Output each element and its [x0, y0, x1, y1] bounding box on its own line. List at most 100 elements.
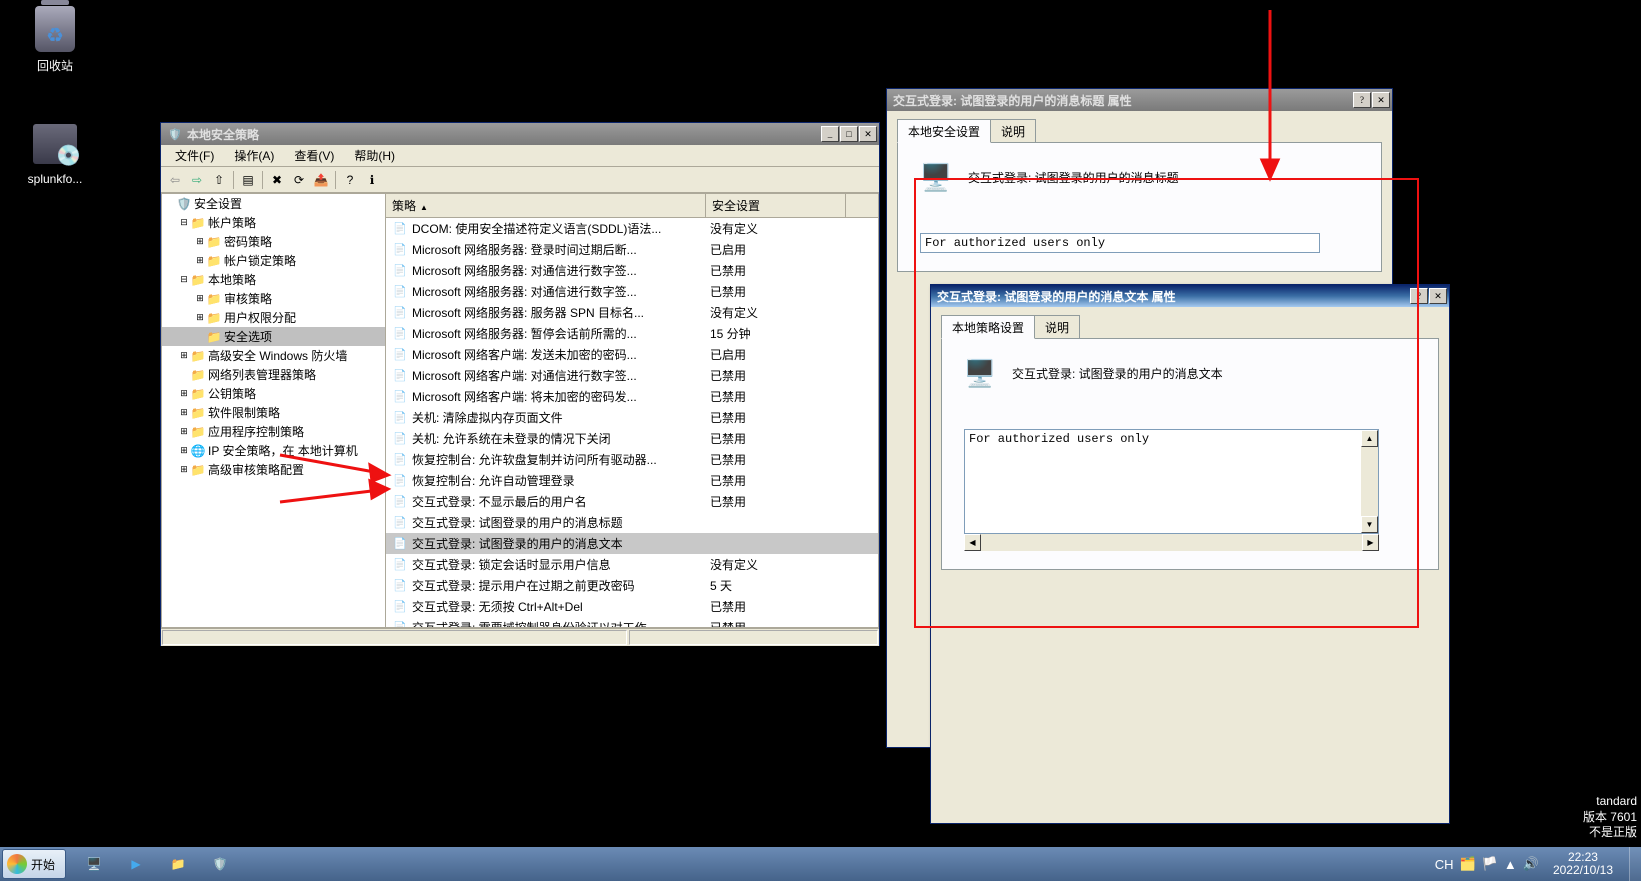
policy-setting: 没有定义: [704, 219, 844, 238]
titlebar[interactable]: 🛡️ 本地安全策略 _ □ ✕: [161, 123, 879, 145]
list-row[interactable]: 📄Microsoft 网络服务器: 对通信进行数字签...已禁用: [386, 260, 878, 281]
policy-name: Microsoft 网络服务器: 登录时间过期后断...: [412, 241, 637, 258]
close-button[interactable]: ✕: [859, 126, 877, 142]
sort-asc-icon: ▲: [420, 203, 428, 212]
list-row[interactable]: 📄Microsoft 网络客户端: 对通信进行数字签...已禁用: [386, 365, 878, 386]
policy-icon: 📄: [392, 432, 408, 445]
list-row[interactable]: 📄Microsoft 网络服务器: 登录时间过期后断...已启用: [386, 239, 878, 260]
server-icon: 🖥️: [920, 161, 952, 193]
shield-icon: 🛡️: [176, 197, 192, 211]
policy-name: Microsoft 网络服务器: 对通信进行数字签...: [412, 283, 637, 300]
list-row[interactable]: 📄DCOM: 使用安全描述符定义语言(SDDL)语法...没有定义: [386, 218, 878, 239]
policy-setting: 已禁用: [704, 492, 844, 511]
minimize-button[interactable]: _: [821, 126, 839, 142]
desktop-icon-recycle-bin[interactable]: 回收站: [20, 5, 90, 74]
tray-expand-icon[interactable]: ▲: [1504, 857, 1517, 872]
tree-account-policies[interactable]: ⊟📁帐户策略: [162, 213, 385, 232]
ime-indicator[interactable]: CH: [1435, 857, 1454, 872]
show-desktop-button[interactable]: [1629, 847, 1641, 881]
scroll-left-icon[interactable]: ◀: [964, 534, 981, 551]
tab-explain[interactable]: 说明: [1034, 315, 1080, 338]
policy-setting: 已禁用: [704, 366, 844, 385]
policy-setting: 15 分钟: [704, 324, 844, 343]
forward-button[interactable]: ⇨: [187, 170, 207, 190]
desktop-icon-splunk[interactable]: splunkfo...: [20, 120, 90, 186]
list-row[interactable]: 📄关机: 清除虚拟内存页面文件已禁用: [386, 407, 878, 428]
list-row[interactable]: 📄Microsoft 网络客户端: 将未加密的密码发...已禁用: [386, 386, 878, 407]
menu-action[interactable]: 操作(A): [224, 145, 284, 166]
tray-folder-icon[interactable]: 🗂️: [1460, 856, 1476, 872]
taskbar-clock[interactable]: 22:23 2022/10/13: [1545, 851, 1621, 877]
list-row[interactable]: 📄Microsoft 网络客户端: 发送未加密的密码...已启用: [386, 344, 878, 365]
menu-view[interactable]: 查看(V): [284, 145, 344, 166]
message-title-input[interactable]: [920, 233, 1320, 253]
taskbar-powershell[interactable]: ▶: [116, 849, 156, 879]
tree-audit-policy[interactable]: ⊞📁审核策略: [162, 289, 385, 308]
tree-appctrl[interactable]: ⊞📁应用程序控制策略: [162, 422, 385, 441]
policy-setting: 没有定义: [704, 555, 844, 574]
menu-help[interactable]: 帮助(H): [344, 145, 405, 166]
tree-pubkey[interactable]: ⊞📁公钥策略: [162, 384, 385, 403]
list-row[interactable]: 📄Microsoft 网络服务器: 服务器 SPN 目标名...没有定义: [386, 302, 878, 323]
tree-local-policies[interactable]: ⊟📁本地策略: [162, 270, 385, 289]
menu-file[interactable]: 文件(F): [165, 145, 224, 166]
dialog-message-text-properties: 交互式登录: 试图登录的用户的消息文本 属性 ? ✕ 本地策略设置 说明 🖥️ …: [930, 284, 1450, 824]
up-button[interactable]: ⇧: [209, 170, 229, 190]
scroll-up-icon[interactable]: ▲: [1361, 430, 1378, 447]
tab-explain[interactable]: 说明: [990, 119, 1036, 142]
policy-setting: 5 天: [704, 576, 844, 595]
taskbar: 开始 🖥️ ▶ 📁 🛡️ CH 🗂️ 🏳️ ▲ 🔊 22:23 2022/10/…: [0, 847, 1641, 881]
tree-password-policy[interactable]: ⊞📁密码策略: [162, 232, 385, 251]
taskbar-secpol[interactable]: 🛡️: [200, 849, 240, 879]
export-button[interactable]: 📤: [311, 170, 331, 190]
tree-lockout-policy[interactable]: ⊞📁帐户锁定策略: [162, 251, 385, 270]
policy-name: Microsoft 网络服务器: 对通信进行数字签...: [412, 262, 637, 279]
titlebar[interactable]: 交互式登录: 试图登录的用户的消息文本 属性 ? ✕: [931, 285, 1449, 307]
message-text-textarea[interactable]: [965, 430, 1361, 533]
back-button[interactable]: ⇦: [165, 170, 185, 190]
tab-local-security[interactable]: 本地安全设置: [897, 119, 991, 143]
policy-icon: 📄: [392, 327, 408, 340]
tree-root[interactable]: 🛡️安全设置: [162, 194, 385, 213]
folder-icon: 📁: [206, 254, 222, 268]
refresh-button[interactable]: ⟳: [289, 170, 309, 190]
tree-user-rights[interactable]: ⊞📁用户权限分配: [162, 308, 385, 327]
volume-icon[interactable]: 🔊: [1523, 856, 1539, 872]
tree-security-options[interactable]: 📁安全选项: [162, 327, 385, 346]
tree-wfas[interactable]: ⊞📁高级安全 Windows 防火墙: [162, 346, 385, 365]
folder-icon: 📁: [190, 368, 206, 382]
scrollbar-vertical[interactable]: ▲ ▼: [1361, 430, 1378, 533]
policy-name: Microsoft 网络客户端: 将未加密的密码发...: [412, 388, 637, 405]
scroll-right-icon[interactable]: ▶: [1362, 534, 1379, 551]
properties-button[interactable]: ▤: [238, 170, 258, 190]
policy-setting: 已禁用: [704, 471, 844, 490]
taskbar-explorer[interactable]: 📁: [158, 849, 198, 879]
server-icon: 🖥️: [964, 357, 996, 389]
column-policy[interactable]: 策略▲: [386, 194, 706, 217]
globe-icon: 🌐: [190, 444, 206, 458]
close-button[interactable]: ✕: [1429, 288, 1447, 304]
info-button[interactable]: ℹ: [362, 170, 382, 190]
tree-nlm[interactable]: 📁网络列表管理器策略: [162, 365, 385, 384]
delete-button[interactable]: ✖: [267, 170, 287, 190]
list-row[interactable]: 📄关机: 允许系统在未登录的情况下关闭已禁用: [386, 428, 878, 449]
scroll-down-icon[interactable]: ▼: [1361, 516, 1378, 533]
taskbar-server-manager[interactable]: 🖥️: [74, 849, 114, 879]
policy-setting: 已禁用: [704, 450, 844, 469]
column-setting[interactable]: 安全设置: [706, 194, 846, 217]
shield-icon: 🛡️: [167, 126, 183, 142]
maximize-button[interactable]: □: [840, 126, 858, 142]
action-center-icon[interactable]: 🏳️: [1482, 856, 1498, 872]
scrollbar-horizontal[interactable]: ◀ ▶: [964, 534, 1379, 551]
tree-srp[interactable]: ⊞📁软件限制策略: [162, 403, 385, 422]
list-row[interactable]: 📄Microsoft 网络服务器: 对通信进行数字签...已禁用: [386, 281, 878, 302]
tab-local-policy[interactable]: 本地策略设置: [941, 315, 1035, 339]
policy-setting: 已启用: [704, 240, 844, 259]
policy-setting: 已启用: [704, 345, 844, 364]
start-button[interactable]: 开始: [2, 849, 66, 879]
help-button[interactable]: ?: [340, 170, 360, 190]
list-row[interactable]: 📄Microsoft 网络服务器: 暂停会话前所需的...15 分钟: [386, 323, 878, 344]
policy-setting: 已禁用: [704, 429, 844, 448]
help-button[interactable]: ?: [1410, 288, 1428, 304]
policy-icon: 📄: [392, 285, 408, 298]
